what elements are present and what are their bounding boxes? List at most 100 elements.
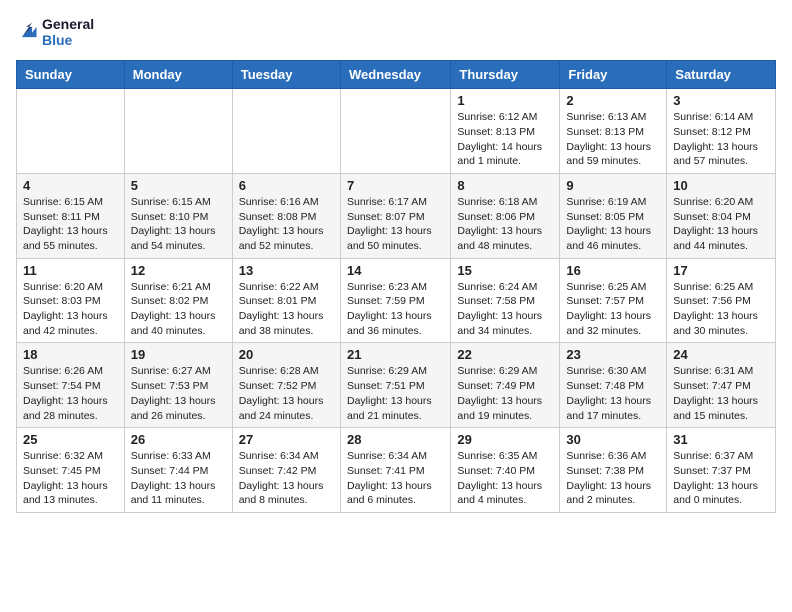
day-number: 19 [131,347,226,362]
day-detail: Sunrise: 6:12 AM Sunset: 8:13 PM Dayligh… [457,110,553,169]
weekday-header-monday: Monday [124,61,232,89]
weekday-header-friday: Friday [560,61,667,89]
calendar-day-25: 25 Sunrise: 6:32 AM Sunset: 7:45 PM Dayli… [17,428,125,513]
calendar-day-5: 5Sunrise: 6:15 AM Sunset: 8:10 PM Daylig… [124,173,232,258]
calendar-day-30: 30 Sunrise: 6:36 AM Sunset: 7:38 PM Dayli… [560,428,667,513]
day-number: 28 [347,432,444,447]
day-detail: Sunrise: 6:25 AM Sunset: 7:57 PM Dayligh… [566,280,660,339]
calendar-day-14: 14 Sunrise: 6:23 AM Sunset: 7:59 PM Dayli… [340,258,450,343]
day-detail: Sunrise: 6:15 AM Sunset: 8:11 PM Dayligh… [23,195,118,254]
day-number: 31 [673,432,769,447]
day-number: 16 [566,263,660,278]
calendar-day-6: 6 Sunrise: 6:16 AM Sunset: 8:08 PM Daylig… [232,173,340,258]
calendar-week-row: 11 Sunrise: 6:20 AM Sunset: 8:03 PM Dayli… [17,258,776,343]
calendar-day-12: 12Sunrise: 6:21 AM Sunset: 8:02 PM Dayli… [124,258,232,343]
day-number: 4 [23,178,118,193]
calendar-day-24: 24Sunrise: 6:31 AM Sunset: 7:47 PM Dayli… [667,343,776,428]
day-number: 22 [457,347,553,362]
day-number: 26 [131,432,226,447]
weekday-header-tuesday: Tuesday [232,61,340,89]
day-detail: Sunrise: 6:17 AM Sunset: 8:07 PM Dayligh… [347,195,444,254]
calendar-day-10: 10Sunrise: 6:20 AM Sunset: 8:04 PM Dayli… [667,173,776,258]
day-detail: Sunrise: 6:20 AM Sunset: 8:04 PM Dayligh… [673,195,769,254]
day-detail: Sunrise: 6:22 AM Sunset: 8:01 PM Dayligh… [239,280,334,339]
day-number: 30 [566,432,660,447]
day-number: 1 [457,93,553,108]
day-number: 15 [457,263,553,278]
day-detail: Sunrise: 6:13 AM Sunset: 8:13 PM Dayligh… [566,110,660,169]
day-number: 5 [131,178,226,193]
calendar-day-15: 15 Sunrise: 6:24 AM Sunset: 7:58 PM Dayli… [451,258,560,343]
calendar-day-29: 29Sunrise: 6:35 AM Sunset: 7:40 PM Dayli… [451,428,560,513]
weekday-header-wednesday: Wednesday [340,61,450,89]
calendar-day-19: 19 Sunrise: 6:27 AM Sunset: 7:53 PM Dayli… [124,343,232,428]
calendar-day-9: 9 Sunrise: 6:19 AM Sunset: 8:05 PM Daylig… [560,173,667,258]
day-detail: Sunrise: 6:33 AM Sunset: 7:44 PM Dayligh… [131,449,226,508]
day-number: 23 [566,347,660,362]
day-detail: Sunrise: 6:26 AM Sunset: 7:54 PM Dayligh… [23,364,118,423]
day-number: 29 [457,432,553,447]
weekday-header-sunday: Sunday [17,61,125,89]
day-number: 3 [673,93,769,108]
day-number: 7 [347,178,444,193]
day-detail: Sunrise: 6:34 AM Sunset: 7:41 PM Dayligh… [347,449,444,508]
calendar-day-2: 2Sunrise: 6:13 AM Sunset: 8:13 PM Daylig… [560,89,667,174]
day-detail: Sunrise: 6:29 AM Sunset: 7:51 PM Dayligh… [347,364,444,423]
day-number: 6 [239,178,334,193]
empty-calendar-cell [124,89,232,174]
day-detail: Sunrise: 6:19 AM Sunset: 8:05 PM Dayligh… [566,195,660,254]
day-number: 24 [673,347,769,362]
calendar-day-7: 7 Sunrise: 6:17 AM Sunset: 8:07 PM Daylig… [340,173,450,258]
day-number: 9 [566,178,660,193]
day-number: 14 [347,263,444,278]
calendar-day-28: 28 Sunrise: 6:34 AM Sunset: 7:41 PM Dayli… [340,428,450,513]
logo: General Blue [16,16,94,48]
day-detail: Sunrise: 6:20 AM Sunset: 8:03 PM Dayligh… [23,280,118,339]
day-detail: Sunrise: 6:23 AM Sunset: 7:59 PM Dayligh… [347,280,444,339]
day-detail: Sunrise: 6:32 AM Sunset: 7:45 PM Dayligh… [23,449,118,508]
calendar-week-row: 4 Sunrise: 6:15 AM Sunset: 8:11 PM Daylig… [17,173,776,258]
calendar-table: SundayMondayTuesdayWednesdayThursdayFrid… [16,60,776,513]
calendar-day-22: 22 Sunrise: 6:29 AM Sunset: 7:49 PM Dayli… [451,343,560,428]
calendar-day-23: 23 Sunrise: 6:30 AM Sunset: 7:48 PM Dayli… [560,343,667,428]
day-number: 21 [347,347,444,362]
empty-calendar-cell [232,89,340,174]
day-detail: Sunrise: 6:36 AM Sunset: 7:38 PM Dayligh… [566,449,660,508]
day-number: 12 [131,263,226,278]
day-detail: Sunrise: 6:16 AM Sunset: 8:08 PM Dayligh… [239,195,334,254]
calendar-day-18: 18Sunrise: 6:26 AM Sunset: 7:54 PM Dayli… [17,343,125,428]
day-detail: Sunrise: 6:24 AM Sunset: 7:58 PM Dayligh… [457,280,553,339]
day-detail: Sunrise: 6:34 AM Sunset: 7:42 PM Dayligh… [239,449,334,508]
calendar-day-4: 4 Sunrise: 6:15 AM Sunset: 8:11 PM Daylig… [17,173,125,258]
weekday-header-thursday: Thursday [451,61,560,89]
calendar-week-row: 25 Sunrise: 6:32 AM Sunset: 7:45 PM Dayli… [17,428,776,513]
calendar-week-row: 1 Sunrise: 6:12 AM Sunset: 8:13 PM Daylig… [17,89,776,174]
calendar-day-11: 11 Sunrise: 6:20 AM Sunset: 8:03 PM Dayli… [17,258,125,343]
logo-blue: Blue [42,32,94,48]
empty-calendar-cell [340,89,450,174]
day-number: 25 [23,432,118,447]
calendar-week-row: 18Sunrise: 6:26 AM Sunset: 7:54 PM Dayli… [17,343,776,428]
day-detail: Sunrise: 6:29 AM Sunset: 7:49 PM Dayligh… [457,364,553,423]
day-detail: Sunrise: 6:25 AM Sunset: 7:56 PM Dayligh… [673,280,769,339]
day-detail: Sunrise: 6:30 AM Sunset: 7:48 PM Dayligh… [566,364,660,423]
day-number: 20 [239,347,334,362]
day-number: 8 [457,178,553,193]
logo-icon [16,21,38,43]
page-header: General Blue [16,16,776,48]
day-detail: Sunrise: 6:18 AM Sunset: 8:06 PM Dayligh… [457,195,553,254]
day-detail: Sunrise: 6:37 AM Sunset: 7:37 PM Dayligh… [673,449,769,508]
calendar-day-26: 26 Sunrise: 6:33 AM Sunset: 7:44 PM Dayli… [124,428,232,513]
calendar-day-31: 31 Sunrise: 6:37 AM Sunset: 7:37 PM Dayli… [667,428,776,513]
weekday-header-saturday: Saturday [667,61,776,89]
logo-general: General [42,16,94,32]
calendar-day-13: 13Sunrise: 6:22 AM Sunset: 8:01 PM Dayli… [232,258,340,343]
day-number: 11 [23,263,118,278]
day-detail: Sunrise: 6:27 AM Sunset: 7:53 PM Dayligh… [131,364,226,423]
weekday-header-row: SundayMondayTuesdayWednesdayThursdayFrid… [17,61,776,89]
calendar-day-17: 17 Sunrise: 6:25 AM Sunset: 7:56 PM Dayli… [667,258,776,343]
calendar-day-16: 16 Sunrise: 6:25 AM Sunset: 7:57 PM Dayli… [560,258,667,343]
day-number: 17 [673,263,769,278]
calendar-day-21: 21 Sunrise: 6:29 AM Sunset: 7:51 PM Dayli… [340,343,450,428]
calendar-day-8: 8 Sunrise: 6:18 AM Sunset: 8:06 PM Daylig… [451,173,560,258]
